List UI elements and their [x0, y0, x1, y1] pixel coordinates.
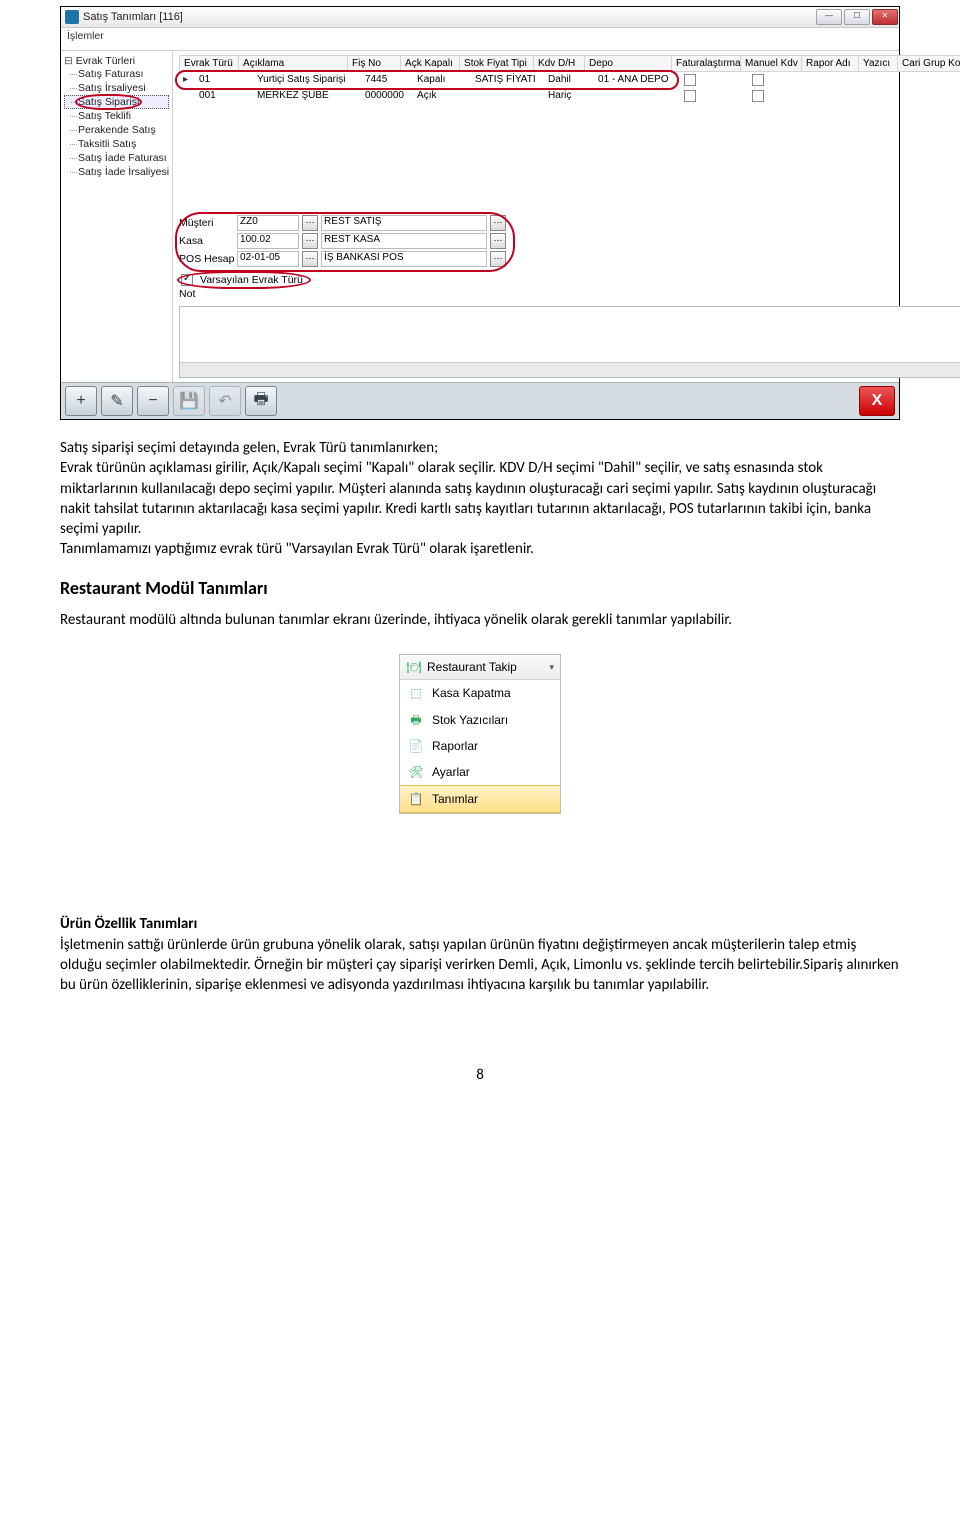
- menu-item-kasa-kapatma[interactable]: ⬚ Kasa Kapatma: [400, 680, 560, 706]
- not-label: Not: [179, 288, 960, 300]
- undo-icon: ↶: [218, 391, 231, 411]
- checkbox-icon[interactable]: [684, 74, 696, 86]
- close-panel-button[interactable]: X: [859, 386, 895, 416]
- minimize-button[interactable]: —: [816, 9, 842, 25]
- main-panel: Evrak Türü Açıklama Fiş No Açk Kapalı St…: [173, 51, 960, 382]
- add-button[interactable]: +: [65, 386, 97, 416]
- bottom-toolbar: + ✎ − 💾 ↶ 🖶 X: [61, 382, 899, 419]
- pos-name-field[interactable]: İŞ BANKASI POS: [321, 251, 487, 267]
- menu-item-raporlar[interactable]: 📄 Raporlar: [400, 733, 560, 759]
- edit-button[interactable]: ✎: [101, 386, 133, 416]
- close-button[interactable]: ✕: [872, 9, 898, 25]
- workarea: Evrak Türleri Satış Faturası Satış İrsal…: [61, 51, 899, 382]
- tree-item-satis-iade-faturasi[interactable]: Satış İade Faturası: [64, 151, 169, 165]
- pos-code-field[interactable]: 02-01-05: [237, 251, 299, 267]
- col-kdv-dh[interactable]: Kdv D/H: [534, 56, 585, 71]
- plus-icon: +: [76, 392, 85, 410]
- cash-close-icon: ⬚: [408, 686, 424, 702]
- tree-item-satis-irsaliyesi[interactable]: Satış İrsaliyesi: [64, 81, 169, 95]
- menu-header[interactable]: 🍽 Restaurant Takip ▾: [400, 655, 560, 680]
- paragraph: Satış siparişi seçimi detayında gelen, E…: [60, 438, 900, 458]
- print-icon: 🖶: [253, 388, 268, 415]
- save-button[interactable]: 💾: [173, 386, 205, 416]
- maximize-button[interactable]: ☐: [844, 9, 870, 25]
- col-fis-no[interactable]: Fiş No: [348, 56, 401, 71]
- kasa-name-field[interactable]: REST KASA: [321, 233, 487, 249]
- definitions-icon: 📋: [408, 791, 424, 807]
- close-icon: X: [872, 392, 883, 410]
- restaurant-takip-menu: 🍽 Restaurant Takip ▾ ⬚ Kasa Kapatma 🖶 St…: [399, 654, 561, 814]
- col-acik-kapali[interactable]: Açk Kapalı: [401, 56, 460, 71]
- undo-button[interactable]: ↶: [209, 386, 241, 416]
- save-icon: 💾: [179, 391, 199, 411]
- col-evrak-turu[interactable]: Evrak Türü: [180, 56, 239, 71]
- window-controls: — ☐ ✕: [815, 7, 899, 27]
- grid-row-1[interactable]: ▸ 01 Yurtiçi Satış Siparişi 7445 Kapalı …: [179, 72, 960, 88]
- checkbox-icon[interactable]: [752, 90, 764, 102]
- paragraph: Restaurant modülü altında bulunan tanıml…: [60, 610, 900, 630]
- heading-restaurant-modul: Restaurant Modül Tanımları: [60, 576, 900, 600]
- restaurant-icon: 🍽: [406, 659, 422, 675]
- detail-kasa: Kasa 100.02 ⋯ REST KASA ⋯: [179, 232, 509, 250]
- printer-icon: 🖶: [408, 712, 424, 728]
- scrollbar-horizontal[interactable]: [180, 362, 960, 377]
- menubar: İşlemler: [61, 28, 899, 51]
- lookup-button[interactable]: ⋯: [490, 215, 506, 231]
- detail-pos: POS Hesap 02-01-05 ⋯ İŞ BANKASI POS ⋯: [179, 250, 509, 268]
- tree-root[interactable]: Evrak Türleri: [64, 55, 169, 67]
- col-stok-fiyat-tipi[interactable]: Stok Fiyat Tipi: [460, 56, 534, 71]
- col-cari-grup-kodu[interactable]: Cari Grup Kodu: [898, 56, 960, 71]
- lookup-button[interactable]: ⋯: [302, 251, 318, 267]
- titlebar: Satış Tanımları [116] — ☐ ✕: [61, 7, 899, 28]
- lookup-button[interactable]: ⋯: [302, 233, 318, 249]
- window-title: Satış Tanımları [116]: [83, 11, 815, 23]
- col-yazici[interactable]: Yazıcı: [859, 56, 898, 71]
- menu-item-stok-yazicilari[interactable]: 🖶 Stok Yazıcıları: [400, 707, 560, 733]
- tree-item-satis-iade-irsaliyesi[interactable]: Satış İade İrsaliyesi: [64, 165, 169, 179]
- grid-row-2[interactable]: 001 MERKEZ ŞUBE 0000000 Açık Hariç: [179, 88, 960, 104]
- detail-musteri: Müşteri ZZ0 ⋯ REST SATIŞ ⋯: [179, 214, 509, 232]
- kasa-code-field[interactable]: 100.02: [237, 233, 299, 249]
- menu-islemler[interactable]: İşlemler: [67, 30, 104, 42]
- lookup-button[interactable]: ⋯: [490, 233, 506, 249]
- heading-urun-ozellik: Ürün Özellik Tanımları: [60, 914, 900, 934]
- musteri-name-field[interactable]: REST SATIŞ: [321, 215, 487, 231]
- col-depo[interactable]: Depo: [585, 56, 672, 71]
- col-manuel-kdv[interactable]: Manuel Kdv: [741, 56, 802, 71]
- checkbox-icon[interactable]: [684, 90, 696, 102]
- sales-definitions-window: Satış Tanımları [116] — ☐ ✕ İşlemler Evr…: [60, 6, 900, 420]
- minus-icon: −: [148, 392, 157, 410]
- lookup-button[interactable]: ⋯: [490, 251, 506, 267]
- tree-item-perakende-satis[interactable]: Perakende Satış: [64, 123, 169, 137]
- tree-item-taksitli-satis[interactable]: Taksitli Satış: [64, 137, 169, 151]
- menu-item-tanimlar[interactable]: 📋 Tanımlar: [400, 785, 560, 813]
- note-textarea[interactable]: [179, 306, 960, 378]
- settings-icon: 🛠: [408, 764, 424, 780]
- pencil-icon: ✎: [110, 391, 123, 411]
- print-button[interactable]: 🖶: [245, 386, 277, 416]
- paragraph: Tanımlamamızı yaptığımız evrak türü "Var…: [60, 539, 900, 559]
- col-faturalastirma[interactable]: Faturalaştırma: [672, 56, 741, 71]
- default-doc-type-row: ✓ Varsayılan Evrak Türü: [179, 274, 960, 286]
- document-type-tree: Evrak Türleri Satış Faturası Satış İrsal…: [61, 51, 173, 382]
- remove-button[interactable]: −: [137, 386, 169, 416]
- report-icon: 📄: [408, 738, 424, 754]
- tree-item-satis-siparisi[interactable]: Satış Siparişi: [64, 95, 169, 109]
- col-aciklama[interactable]: Açıklama: [239, 56, 348, 71]
- detail-panel: Müşteri ZZ0 ⋯ REST SATIŞ ⋯ Kasa 100.02 ⋯…: [179, 214, 960, 378]
- col-rapor-adi[interactable]: Rapor Adı: [802, 56, 859, 71]
- musteri-code-field[interactable]: ZZ0: [237, 215, 299, 231]
- paragraph: Evrak türünün açıklaması girilir, Açık/K…: [60, 458, 900, 539]
- app-icon: [65, 10, 79, 24]
- menu-item-ayarlar[interactable]: 🛠 Ayarlar: [400, 759, 560, 785]
- default-doc-type-checkbox[interactable]: ✓: [181, 274, 193, 286]
- page-number: 8: [60, 1065, 900, 1085]
- paragraph: İşletmenin sattığı ürünlerde ürün grubun…: [60, 935, 900, 996]
- tree-item-satis-teklifi[interactable]: Satış Teklifi: [64, 109, 169, 123]
- tree-item-satis-faturasi[interactable]: Satış Faturası: [64, 67, 169, 81]
- document-body: Satış siparişi seçimi detayında gelen, E…: [60, 438, 900, 1085]
- lookup-button[interactable]: ⋯: [302, 215, 318, 231]
- chevron-down-icon: ▾: [549, 661, 554, 673]
- checkbox-icon[interactable]: [752, 74, 764, 86]
